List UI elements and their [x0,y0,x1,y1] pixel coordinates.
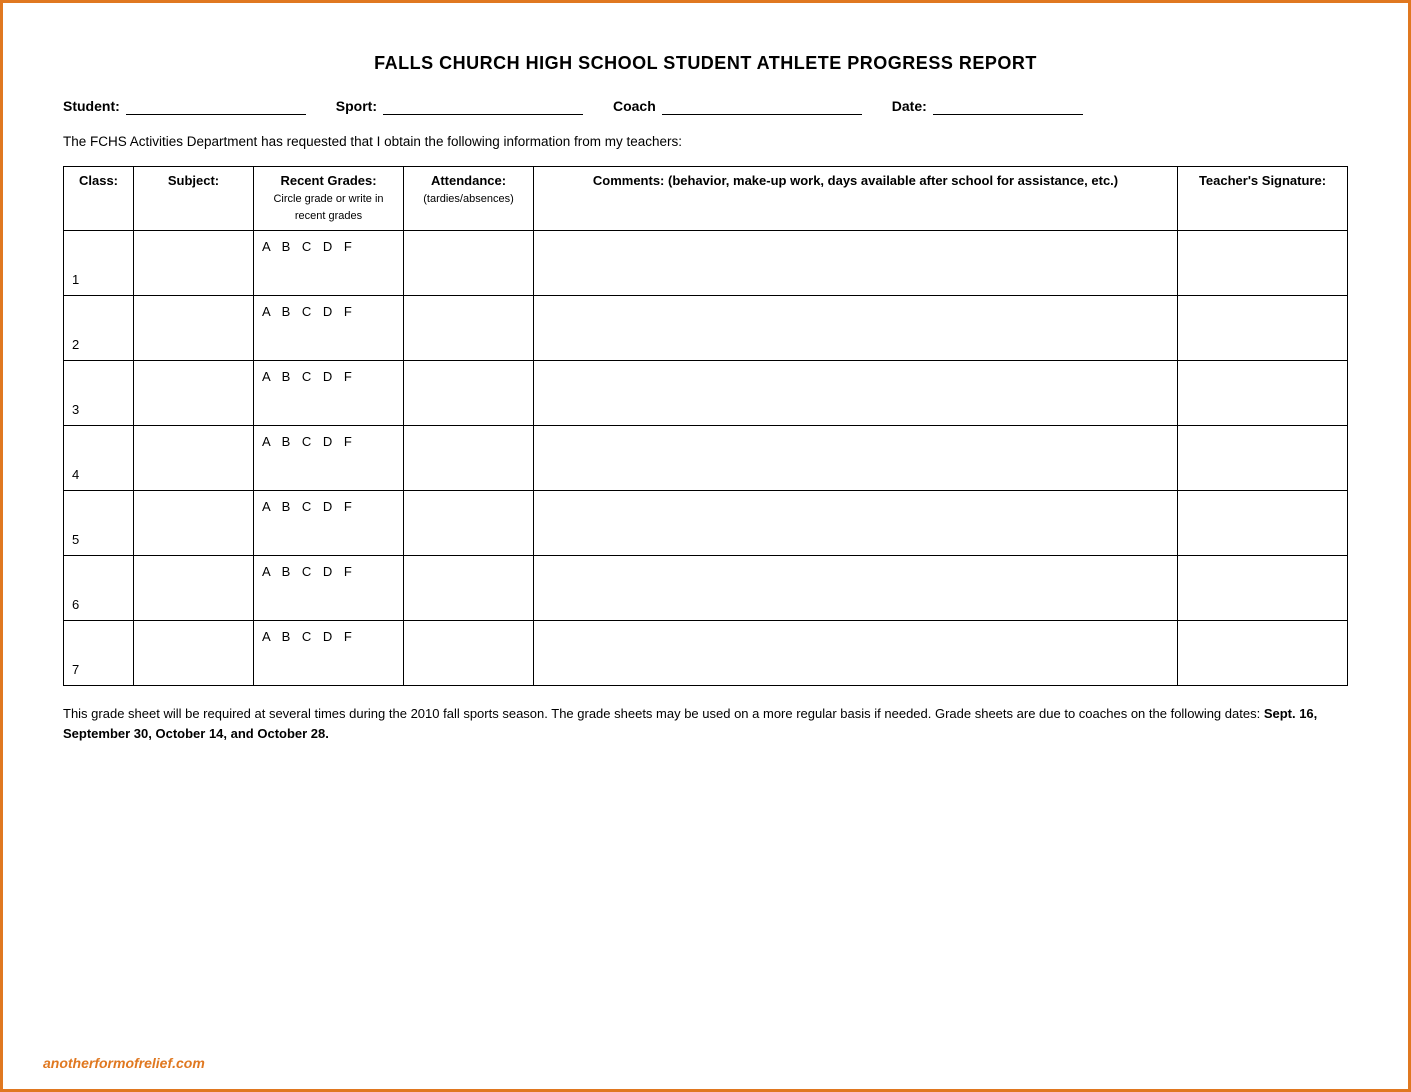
row-num-5: 5 [64,490,134,555]
table-row: 3 A B C D F [64,360,1348,425]
comments-3 [534,360,1178,425]
sport-underline [383,98,583,115]
sport-label: Sport: [336,98,377,114]
row-num-1: 1 [64,230,134,295]
attendance-sub-header: (tardies/absences) [423,193,514,205]
subject-6 [134,555,254,620]
attendance-2 [404,295,534,360]
page-title: FALLS CHURCH HIGH SCHOOL STUDENT ATHLETE… [63,53,1348,74]
table-header-row: Class: Subject: Recent Grades: Circle gr… [64,166,1348,230]
attendance-4 [404,425,534,490]
table-row: 2 A B C D F [64,295,1348,360]
comments-4 [534,425,1178,490]
table-row: 7 A B C D F [64,620,1348,685]
col-header-comments: Comments: (behavior, make-up work, days … [534,166,1178,230]
comments-6 [534,555,1178,620]
grades-6: A B C D F [254,555,404,620]
comments-7 [534,620,1178,685]
grades-4: A B C D F [254,425,404,490]
attendance-5 [404,490,534,555]
grades-3: A B C D F [254,360,404,425]
intro-text: The FCHS Activities Department has reque… [63,133,1348,152]
comments-2 [534,295,1178,360]
student-underline [126,98,306,115]
attendance-1 [404,230,534,295]
grades-1: A B C D F [254,230,404,295]
grades-7: A B C D F [254,620,404,685]
grades-5: A B C D F [254,490,404,555]
signature-7 [1178,620,1348,685]
subject-2 [134,295,254,360]
comments-1 [534,230,1178,295]
subject-5 [134,490,254,555]
student-field: Student: [63,98,306,115]
row-num-4: 4 [64,425,134,490]
coach-label: Coach [613,98,656,114]
col-header-attendance: Attendance: (tardies/absences) [404,166,534,230]
comments-5 [534,490,1178,555]
date-label: Date: [892,98,927,114]
row-num-2: 2 [64,295,134,360]
footer-text-1: This grade sheet will be required at sev… [63,706,1264,721]
subject-1 [134,230,254,295]
attendance-7 [404,620,534,685]
table-row: 1 A B C D F [64,230,1348,295]
date-underline [933,98,1083,115]
grades-table: Class: Subject: Recent Grades: Circle gr… [63,166,1348,686]
subject-3 [134,360,254,425]
col-header-signature: Teacher's Signature: [1178,166,1348,230]
row-num-3: 3 [64,360,134,425]
col-header-grades: Recent Grades: Circle grade or write in … [254,166,404,230]
info-row: Student: Sport: Coach Date: [63,98,1348,115]
signature-1 [1178,230,1348,295]
signature-5 [1178,490,1348,555]
table-row: 5 A B C D F [64,490,1348,555]
row-num-7: 7 [64,620,134,685]
row-num-6: 6 [64,555,134,620]
attendance-3 [404,360,534,425]
watermark: anotherformofrelief.com [43,1055,205,1071]
subject-7 [134,620,254,685]
table-row: 6 A B C D F [64,555,1348,620]
signature-4 [1178,425,1348,490]
col-header-subject: Subject: [134,166,254,230]
date-field: Date: [892,98,1083,115]
table-row: 4 A B C D F [64,425,1348,490]
grades-sub-header: Circle grade or write in recent grades [273,193,383,222]
subject-4 [134,425,254,490]
coach-field: Coach [613,98,862,115]
footer-text: This grade sheet will be required at sev… [63,704,1348,746]
sport-field: Sport: [336,98,583,115]
signature-2 [1178,295,1348,360]
student-label: Student: [63,98,120,114]
grades-2: A B C D F [254,295,404,360]
signature-3 [1178,360,1348,425]
page-wrapper: FALLS CHURCH HIGH SCHOOL STUDENT ATHLETE… [0,0,1411,1092]
attendance-6 [404,555,534,620]
coach-underline [662,98,862,115]
col-header-class: Class: [64,166,134,230]
signature-6 [1178,555,1348,620]
